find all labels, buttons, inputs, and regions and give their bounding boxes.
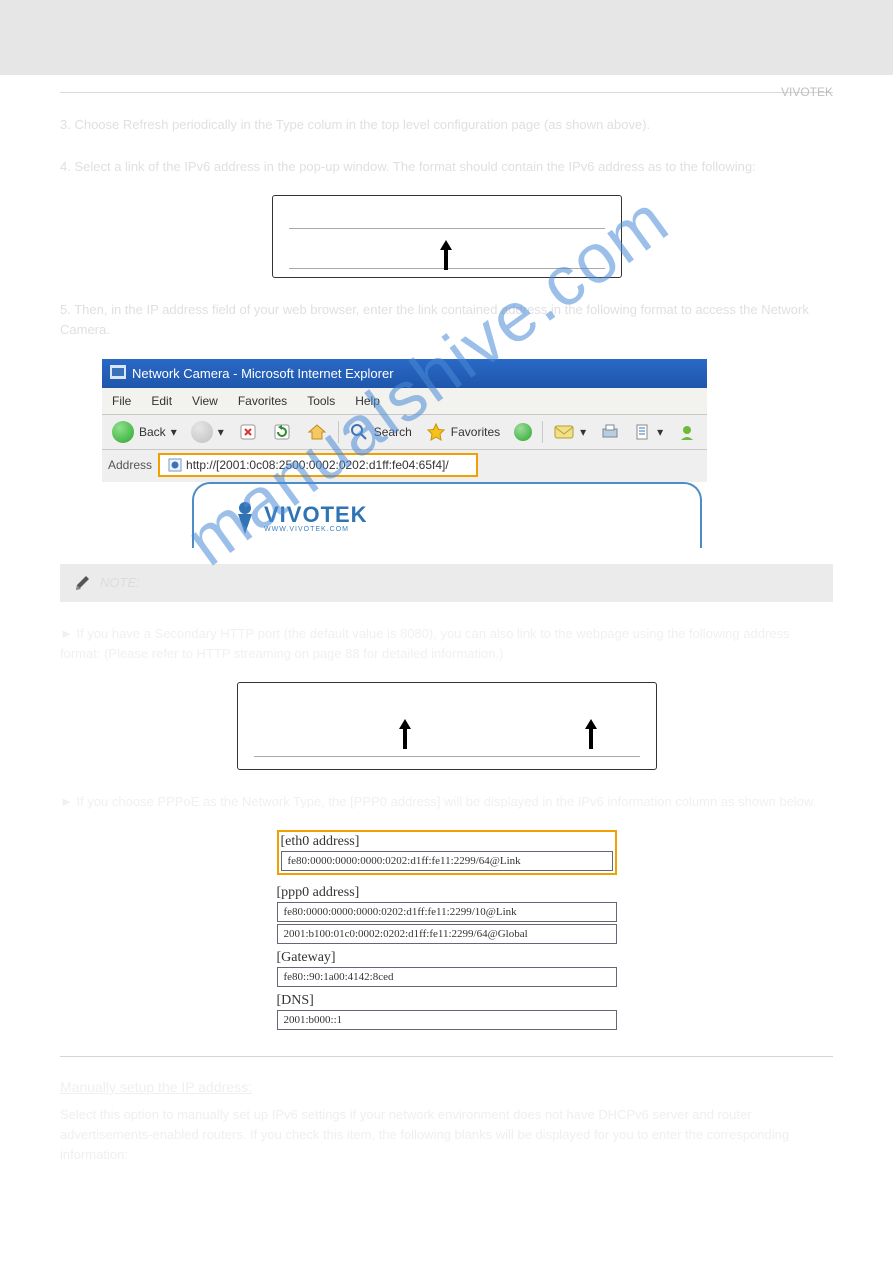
mail-icon bbox=[553, 423, 575, 441]
note-heading: NOTE: bbox=[100, 575, 140, 590]
favorites-label: Favorites bbox=[451, 425, 500, 439]
ppp0-value-2: 2001:b100:01c0:0002:0202:d1ff:fe11:2299/… bbox=[277, 924, 617, 944]
menu-view[interactable]: View bbox=[192, 394, 218, 408]
eth0-value: fe80:0000:0000:0000:0202:d1ff:fe11:2299/… bbox=[281, 851, 613, 871]
menu-favorites[interactable]: Favorites bbox=[238, 394, 287, 408]
mail-button[interactable]: ▾ bbox=[549, 421, 590, 443]
divider bbox=[338, 421, 339, 443]
search-label: Search bbox=[374, 425, 412, 439]
media-button[interactable] bbox=[510, 421, 536, 443]
messenger-icon bbox=[677, 422, 697, 442]
chevron-down-icon: ▾ bbox=[580, 425, 586, 439]
search-button[interactable]: Search bbox=[345, 420, 416, 444]
paragraph-step4: 4. Select a link of the IPv6 address in … bbox=[60, 157, 833, 177]
paragraph-step3: 3. Choose Refresh periodically in the Ty… bbox=[60, 115, 833, 135]
ie-browser-mock: Network Camera - Microsoft Internet Expl… bbox=[102, 359, 707, 548]
section-divider bbox=[60, 1056, 833, 1057]
stop-icon bbox=[238, 422, 258, 442]
header-brand: VIVOTEK bbox=[60, 75, 833, 93]
favorites-button[interactable]: Favorites bbox=[422, 420, 504, 444]
stop-button[interactable] bbox=[234, 420, 262, 444]
gateway-value: fe80::90:1a00:4142:8ced bbox=[277, 967, 617, 987]
note-paragraph-1: ► If you have a Secondary HTTP port (the… bbox=[60, 624, 833, 664]
arrow-up-icon bbox=[398, 719, 412, 749]
page-body: VIVOTEK 3. Choose Refresh periodically i… bbox=[0, 75, 893, 1243]
divider bbox=[254, 756, 640, 757]
star-icon bbox=[426, 422, 446, 442]
edit-icon bbox=[634, 423, 652, 441]
search-icon bbox=[349, 422, 369, 442]
edit-button[interactable]: ▾ bbox=[630, 421, 667, 443]
back-icon bbox=[112, 421, 134, 443]
dns-label: [DNS] bbox=[277, 989, 617, 1010]
address-input[interactable]: http://[2001:0c08:2500:0002:0202:d1ff:fe… bbox=[158, 453, 478, 477]
illus-ipv6-url: Refer to Ethernet on this page for the I… bbox=[272, 195, 622, 278]
back-label: Back bbox=[139, 425, 166, 439]
page-icon bbox=[168, 458, 182, 472]
gateway-label: [Gateway] bbox=[277, 946, 617, 967]
chevron-down-icon: ▾ bbox=[218, 425, 224, 439]
chevron-down-icon: ▾ bbox=[171, 425, 177, 439]
print-icon bbox=[600, 423, 620, 441]
ie-viewport: VIVOTEK WWW.VIVOTEK.COM bbox=[102, 482, 707, 548]
ie-toolbar: Back ▾ ▾ Search Favorit bbox=[102, 415, 707, 450]
refresh-icon bbox=[272, 422, 292, 442]
note-paragraph-2: ► If you choose PPPoE as the Network Typ… bbox=[60, 792, 833, 812]
arrow-up-icon bbox=[584, 719, 598, 749]
note-bar: NOTE: bbox=[60, 564, 833, 602]
ie-titlebar: Network Camera - Microsoft Internet Expl… bbox=[102, 359, 707, 388]
top-grey-band bbox=[0, 0, 893, 75]
ppp0-value-1: fe80:0000:0000:0000:0202:d1ff:fe11:2299/… bbox=[277, 902, 617, 922]
home-button[interactable] bbox=[302, 420, 332, 444]
ppp0-label: [ppp0 address] bbox=[277, 881, 617, 902]
back-button[interactable]: Back ▾ bbox=[108, 419, 181, 445]
ipv6-info-block: [eth0 address] fe80:0000:0000:0000:0202:… bbox=[277, 830, 617, 1030]
manual-heading: Manually setup the IP address: bbox=[60, 1079, 833, 1095]
forward-icon bbox=[191, 421, 213, 443]
refresh-button[interactable] bbox=[268, 420, 296, 444]
ie-menubar: File Edit View Favorites Tools Help bbox=[102, 388, 707, 415]
address-label: Address bbox=[108, 458, 152, 472]
menu-edit[interactable]: Edit bbox=[151, 394, 172, 408]
ie-addressbar-row: Address http://[2001:0c08:2500:0002:0202… bbox=[102, 450, 707, 482]
illus-ipv6-port: http://[2001:0c08:2500:0002:0202:d1ff:fe… bbox=[237, 682, 657, 770]
eth0-label: [eth0 address] bbox=[281, 834, 613, 851]
forward-button[interactable]: ▾ bbox=[187, 419, 228, 445]
divider bbox=[542, 421, 543, 443]
chevron-down-icon: ▾ bbox=[657, 425, 663, 439]
paragraph-step5: 5. Then, in the IP address field of your… bbox=[60, 300, 833, 340]
print-button[interactable] bbox=[596, 421, 624, 443]
messenger-button[interactable] bbox=[673, 420, 701, 444]
content-frame bbox=[192, 482, 702, 548]
manual-text: Select this option to manually set up IP… bbox=[60, 1105, 833, 1165]
menu-help[interactable]: Help bbox=[355, 394, 380, 408]
home-icon bbox=[306, 422, 328, 442]
ie-app-icon bbox=[110, 365, 126, 382]
address-value: http://[2001:0c08:2500:0002:0202:d1ff:fe… bbox=[186, 458, 449, 472]
dns-value: 2001:b000::1 bbox=[277, 1010, 617, 1030]
ie-title-text: Network Camera - Microsoft Internet Expl… bbox=[132, 366, 394, 381]
menu-tools[interactable]: Tools bbox=[307, 394, 335, 408]
media-icon bbox=[514, 423, 532, 441]
divider bbox=[289, 228, 605, 229]
arrow-up-icon bbox=[439, 240, 453, 270]
pencil-icon bbox=[72, 572, 92, 594]
eth0-highlight: [eth0 address] fe80:0000:0000:0000:0202:… bbox=[277, 830, 617, 875]
menu-file[interactable]: File bbox=[112, 394, 131, 408]
